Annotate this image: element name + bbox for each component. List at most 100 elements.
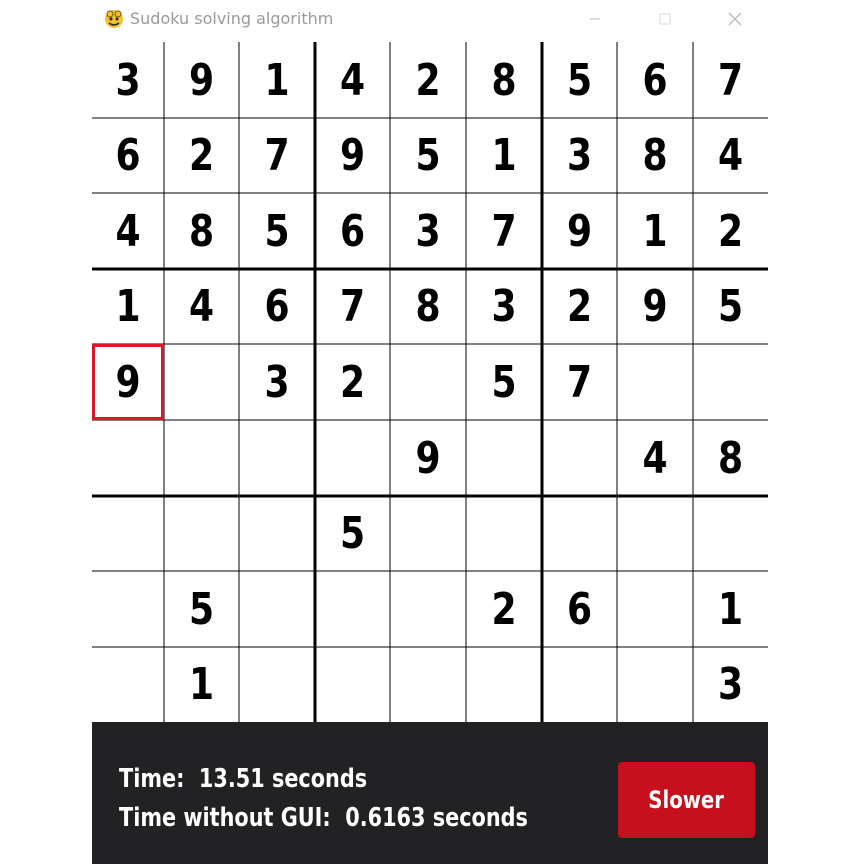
maximize-icon	[659, 13, 671, 25]
sudoku-cell-r1c4[interactable]: 4	[322, 42, 384, 118]
sudoku-cell-r9c8[interactable]	[624, 647, 686, 722]
sudoku-cell-r7c8[interactable]	[624, 496, 686, 571]
window-title: Sudoku solving algorithm	[130, 9, 334, 28]
sudoku-cell-r4c4[interactable]: 7	[322, 269, 384, 344]
sudoku-cell-r5c6[interactable]: 5	[473, 344, 535, 420]
sudoku-cell-r1c3[interactable]: 1	[246, 42, 308, 118]
minimize-button[interactable]	[572, 0, 618, 38]
pygame-snake-icon	[105, 10, 123, 28]
sudoku-cell-r3c4[interactable]: 6	[322, 193, 384, 269]
sudoku-cell-r8c4[interactable]	[322, 571, 384, 647]
sudoku-cell-r1c6[interactable]: 8	[473, 42, 535, 118]
sudoku-cell-r6c3[interactable]	[246, 420, 308, 496]
sudoku-cell-r6c7[interactable]	[549, 420, 611, 496]
sudoku-cell-r4c8[interactable]: 9	[624, 269, 686, 344]
sudoku-cell-r3c9[interactable]: 2	[700, 193, 762, 269]
sudoku-cell-r7c5[interactable]	[397, 496, 459, 571]
sudoku-cell-r7c2[interactable]	[171, 496, 233, 571]
sudoku-cell-r8c2[interactable]: 5	[171, 571, 233, 647]
sudoku-cell-r4c5[interactable]: 8	[397, 269, 459, 344]
sudoku-cell-r5c9[interactable]	[700, 344, 762, 420]
sudoku-cell-r8c6[interactable]: 2	[473, 571, 535, 647]
sudoku-cell-r4c9[interactable]: 5	[700, 269, 762, 344]
sudoku-cell-r9c7[interactable]	[549, 647, 611, 722]
sudoku-cell-r8c8[interactable]	[624, 571, 686, 647]
sudoku-cell-r1c5[interactable]: 2	[397, 42, 459, 118]
sudoku-cell-r7c9[interactable]	[700, 496, 762, 571]
sudoku-cell-r3c7[interactable]: 9	[549, 193, 611, 269]
sudoku-cell-r6c9[interactable]: 8	[700, 420, 762, 496]
close-button[interactable]	[712, 0, 758, 38]
sudoku-cell-r6c2[interactable]	[171, 420, 233, 496]
time-label: Time:	[119, 764, 185, 794]
sudoku-cell-r9c6[interactable]	[473, 647, 535, 722]
sudoku-cell-r6c1[interactable]	[98, 420, 157, 496]
sudoku-cell-r1c2[interactable]: 9	[171, 42, 233, 118]
sudoku-cell-r2c3[interactable]: 7	[246, 118, 308, 193]
sudoku-cell-r4c3[interactable]: 6	[246, 269, 308, 344]
sudoku-cell-r8c7[interactable]: 6	[549, 571, 611, 647]
sudoku-cell-r6c8[interactable]: 4	[624, 420, 686, 496]
sudoku-cell-r3c1[interactable]: 4	[98, 193, 157, 269]
sudoku-cell-r9c9[interactable]: 3	[700, 647, 762, 722]
time-without-gui-line: Time without GUI: 0.6163 seconds	[119, 803, 528, 833]
sudoku-cell-r2c8[interactable]: 8	[624, 118, 686, 193]
slower-button[interactable]: Slower	[618, 762, 755, 838]
close-icon	[728, 12, 742, 26]
sudoku-cell-r3c2[interactable]: 8	[171, 193, 233, 269]
sudoku-cell-r9c4[interactable]	[322, 647, 384, 722]
sudoku-cell-r9c2[interactable]: 1	[171, 647, 233, 722]
sudoku-cell-r7c3[interactable]	[246, 496, 308, 571]
sudoku-cell-r8c9[interactable]: 1	[700, 571, 762, 647]
sudoku-cell-r2c4[interactable]: 9	[322, 118, 384, 193]
sudoku-cell-r4c1[interactable]: 1	[98, 269, 157, 344]
gui-time-value: 0.6163 seconds	[345, 803, 528, 833]
sudoku-cell-r6c6[interactable]	[473, 420, 535, 496]
sudoku-cell-r3c3[interactable]: 5	[246, 193, 308, 269]
sudoku-cell-r9c3[interactable]	[246, 647, 308, 722]
sudoku-cell-r8c1[interactable]	[98, 571, 157, 647]
minimize-icon	[590, 18, 600, 20]
sudoku-cell-r6c4[interactable]	[322, 420, 384, 496]
sudoku-cell-r5c5[interactable]	[397, 344, 459, 420]
sudoku-cell-r5c2[interactable]	[171, 344, 233, 420]
sudoku-cell-r9c5[interactable]	[397, 647, 459, 722]
sudoku-cell-r5c4[interactable]: 2	[322, 344, 384, 420]
sudoku-cell-r4c6[interactable]: 3	[473, 269, 535, 344]
sudoku-cell-r5c8[interactable]	[624, 344, 686, 420]
sudoku-cell-r7c6[interactable]	[473, 496, 535, 571]
slower-button-label: Slower	[648, 786, 725, 814]
sudoku-cell-r2c1[interactable]: 6	[98, 118, 157, 193]
gui-time-label: Time without GUI:	[119, 803, 331, 833]
sudoku-cell-r3c5[interactable]: 3	[397, 193, 459, 269]
sudoku-cell-r2c5[interactable]: 5	[397, 118, 459, 193]
sudoku-cell-r9c1[interactable]	[98, 647, 157, 722]
sudoku-cell-r8c5[interactable]	[397, 571, 459, 647]
sudoku-cell-r7c7[interactable]	[549, 496, 611, 571]
sudoku-cell-r5c7[interactable]: 7	[549, 344, 611, 420]
sudoku-cell-r1c7[interactable]: 5	[549, 42, 611, 118]
sudoku-cell-r5c3[interactable]: 3	[246, 344, 308, 420]
sudoku-cell-r1c1[interactable]: 3	[98, 42, 157, 118]
sudoku-cell-r2c6[interactable]: 1	[473, 118, 535, 193]
status-panel: Time: 13.51 seconds Time without GUI: 0.…	[92, 722, 768, 864]
sudoku-cell-r1c9[interactable]: 7	[700, 42, 762, 118]
sudoku-board[interactable]: 3914285676279513844856379121467832959325…	[92, 42, 768, 722]
sudoku-cell-r8c3[interactable]	[246, 571, 308, 647]
sudoku-cell-r7c4[interactable]: 5	[322, 496, 384, 571]
sudoku-cell-r4c7[interactable]: 2	[549, 269, 611, 344]
sudoku-cell-r7c1[interactable]	[98, 496, 157, 571]
sudoku-cell-r2c7[interactable]: 3	[549, 118, 611, 193]
elapsed-time-line: Time: 13.51 seconds	[119, 764, 367, 794]
sudoku-cell-r1c8[interactable]: 6	[624, 42, 686, 118]
sudoku-cell-r6c5[interactable]: 9	[397, 420, 459, 496]
sudoku-cell-r3c6[interactable]: 7	[473, 193, 535, 269]
sudoku-cell-r2c2[interactable]: 2	[171, 118, 233, 193]
sudoku-cell-r5c1[interactable]: 9	[98, 344, 157, 420]
sudoku-cell-r4c2[interactable]: 4	[171, 269, 233, 344]
time-value: 13.51 seconds	[198, 764, 368, 794]
maximize-button[interactable]	[642, 0, 688, 38]
sudoku-cell-r2c9[interactable]: 4	[700, 118, 762, 193]
title-bar[interactable]: Sudoku solving algorithm	[92, 0, 768, 40]
sudoku-cell-r3c8[interactable]: 1	[624, 193, 686, 269]
